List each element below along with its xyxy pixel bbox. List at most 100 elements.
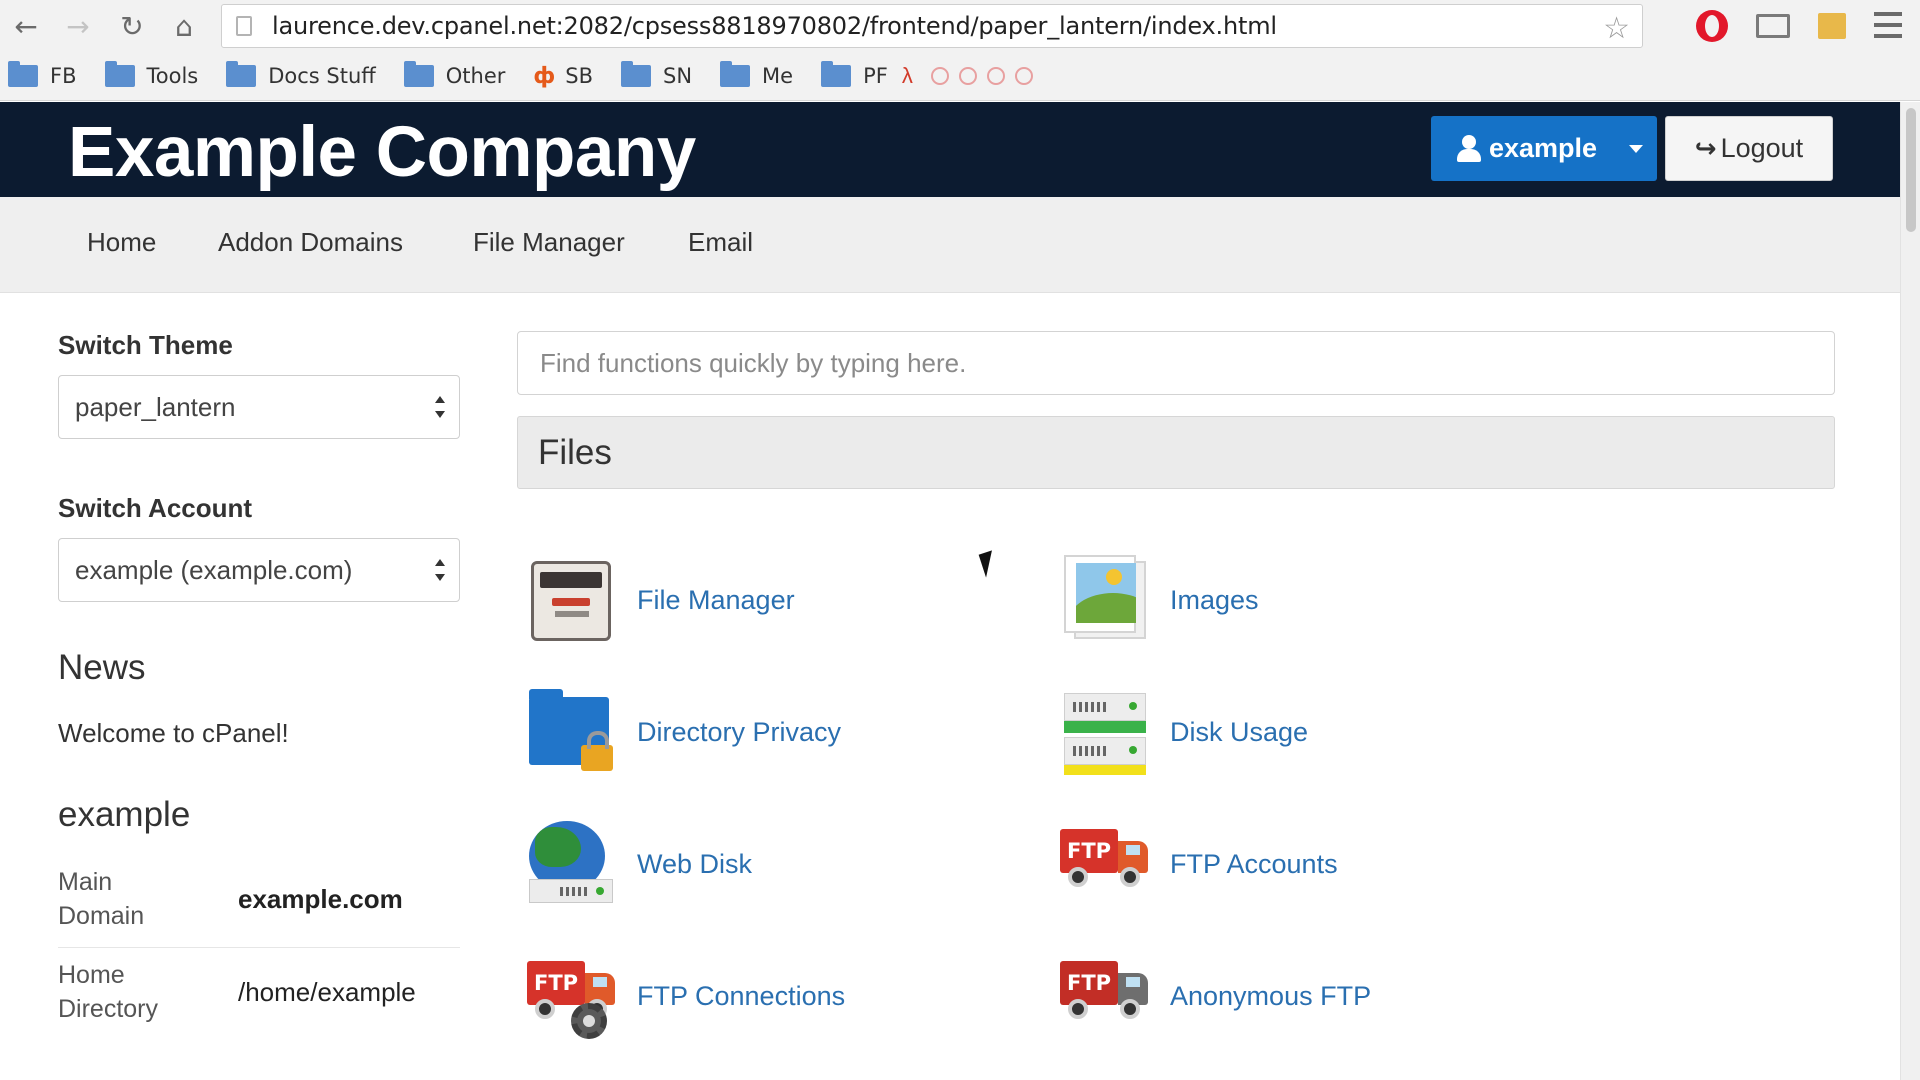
folder-icon [403,61,434,87]
bookmark-me[interactable]: Me [720,61,793,88]
ftp-truck-icon: FTP [1060,819,1150,909]
scrollbar-thumb[interactable] [1906,108,1916,232]
item-label: Web Disk [637,848,753,879]
browser-toolbar: ← → ↻ ⌂ laurence.dev.cpanel.net:2082/cps… [0,0,1920,52]
vertical-scrollbar[interactable] [1900,102,1920,1080]
sidebar: Switch Theme paper_lantern Switch Accoun… [58,330,460,1040]
sb-logo-icon: ф [533,63,556,89]
back-button[interactable]: ← [8,8,44,44]
browser-chrome: ← → ↻ ⌂ laurence.dev.cpanel.net:2082/cps… [0,0,1920,101]
folder-icon [104,61,135,87]
stat-label-line: Directory [58,995,159,1023]
user-menu-button[interactable]: example [1431,116,1657,181]
pdf-bookmark-icon[interactable]: λ [902,63,913,89]
select-arrows-icon [435,396,445,418]
stat-label: Main Domain [58,865,238,933]
cast-icon[interactable] [1756,14,1790,38]
account-select-value: example (example.com) [75,554,353,585]
bookmark-label: SB [565,64,593,88]
files-group-header[interactable]: Files [517,416,1835,489]
item-label: Anonymous FTP [1170,980,1372,1011]
company-name[interactable]: Example Company [68,112,696,193]
item-disk-usage[interactable]: Disk Usage [1060,687,1308,777]
stat-value: example.com [238,883,403,914]
item-file-manager[interactable]: File Manager [527,555,795,645]
bookmark-docs-stuff[interactable]: Docs Stuff [226,61,376,88]
bookmark-label: Tools [146,64,199,88]
caret-down-icon [1629,144,1644,153]
stat-label-line: Home [58,961,125,989]
folder-lock-icon [527,687,617,777]
bookmark-sn[interactable]: SN [620,61,693,88]
bookmarks-bar: FB Tools Docs Stuff Other ф SB SN Me PF λ [0,56,1920,96]
bookmark-pf[interactable]: PF [821,61,888,88]
bookmark-favicon-icon[interactable] [958,67,977,85]
item-ftp-accounts[interactable]: FTP FTP Accounts [1060,819,1338,909]
disk-usage-icon [1060,687,1150,777]
browser-menu-icon[interactable] [1874,12,1902,38]
nav-email[interactable]: Email [688,227,753,258]
item-anonymous-ftp[interactable]: FTP Anonymous FTP [1060,951,1371,1041]
bookmark-other[interactable]: Other [403,61,506,88]
ftp-truck-gear-icon: FTP [527,951,617,1041]
bookmark-favicon-icon[interactable] [1014,67,1033,85]
stat-label: Home Directory [58,958,238,1026]
item-ftp-connections[interactable]: FTP FTP Connections [527,951,845,1041]
logout-icon: ↪ [1694,133,1717,164]
bookmark-label: PF [863,64,888,88]
stat-row-main-domain: Main Domain example.com [58,855,460,948]
item-images[interactable]: Images [1060,555,1259,645]
bookmark-label: Docs Stuff [268,64,376,88]
stat-row-home-directory: Home Directory /home/example [58,948,460,1040]
top-nav: Home Addon Domains File Manager Email [0,197,1900,293]
user-menu-label: example [1489,133,1598,163]
bookmark-extras: λ [902,63,1043,89]
account-select[interactable]: example (example.com) [58,538,460,602]
extension-folder-icon[interactable] [1818,13,1846,39]
home-button[interactable]: ⌂ [166,8,202,44]
stat-label-line: Domain [58,902,145,930]
quick-find-input[interactable] [517,331,1835,395]
bookmark-favicon-icon[interactable] [986,67,1005,85]
bookmark-label: SN [662,64,693,88]
folder-icon [821,61,852,87]
stat-label-line: Main [58,868,113,896]
nav-file-manager[interactable]: File Manager [473,227,625,258]
theme-select[interactable]: paper_lantern [58,375,460,439]
folder-icon [8,61,38,87]
folder-icon [620,61,651,87]
logout-label: Logout [1720,133,1804,163]
theme-select-value: paper_lantern [75,391,236,422]
address-url[interactable]: laurence.dev.cpanel.net:2082/cpsess88189… [272,12,1277,40]
item-label: File Manager [637,584,795,615]
news-text: Welcome to cPanel! [58,718,289,748]
item-web-disk[interactable]: Web Disk [527,819,752,909]
item-label: Directory Privacy [637,716,842,747]
nav-addon-domains[interactable]: Addon Domains [218,227,403,258]
item-directory-privacy[interactable]: Directory Privacy [527,687,841,777]
images-icon [1060,555,1150,645]
bookmark-label: Other [445,64,506,88]
news-heading: News [58,648,146,687]
item-label: Images [1170,584,1259,615]
group-title: Files [538,432,612,472]
logout-button[interactable]: ↪ Logout [1665,116,1833,181]
item-label: Disk Usage [1170,716,1309,747]
bookmark-star-icon[interactable]: ☆ [1603,11,1630,46]
bookmark-fb[interactable]: FB [8,61,77,88]
nav-home[interactable]: Home [87,227,156,258]
bookmark-favicon-icon[interactable] [930,67,949,85]
bookmark-tools[interactable]: Tools [104,61,199,88]
folder-icon [226,61,257,87]
select-arrows-icon [435,559,445,581]
bookmark-sb[interactable]: ф SB [533,64,593,89]
reload-button[interactable]: ↻ [114,8,150,44]
stat-value: /home/example [238,976,416,1007]
user-icon [1457,134,1481,163]
web-disk-icon [527,819,617,909]
forward-button[interactable]: → [60,8,96,44]
folder-icon [720,61,751,87]
opera-extension-icon[interactable] [1696,10,1728,42]
address-bar[interactable]: laurence.dev.cpanel.net:2082/cpsess88189… [221,4,1643,48]
ftp-truck-dark-icon: FTP [1060,951,1150,1041]
